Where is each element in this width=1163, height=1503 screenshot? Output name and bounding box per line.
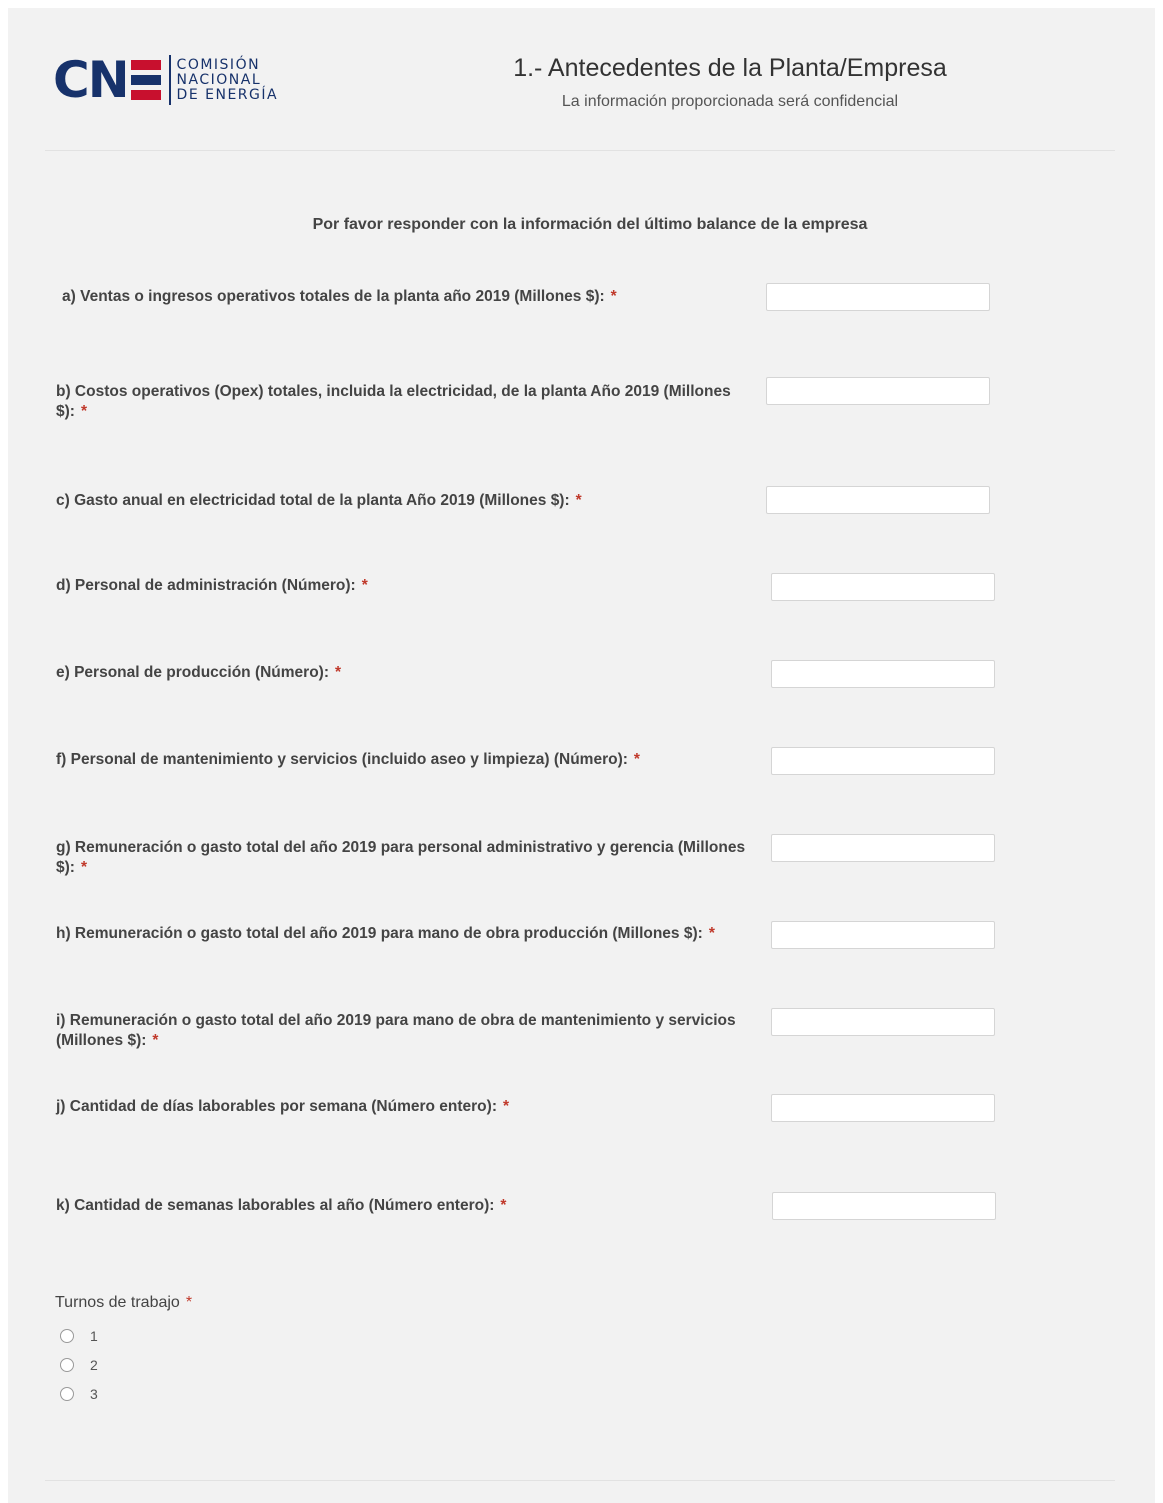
radio-label: 1 bbox=[90, 1328, 98, 1344]
question-f-input[interactable] bbox=[771, 747, 995, 775]
radio-label: 2 bbox=[90, 1357, 98, 1373]
page-subtitle: La información proporcionada será confid… bbox=[561, 93, 899, 110]
required-marker: * bbox=[502, 1098, 510, 1115]
question-h-label: h) Remuneración o gasto total del año 20… bbox=[56, 925, 715, 942]
question-g-label: g) Remuneración o gasto total del año 20… bbox=[56, 839, 746, 876]
question-j-label: j) Cantidad de días laborables por seman… bbox=[56, 1098, 510, 1115]
footer-divider bbox=[45, 1480, 1115, 1481]
question-f-label: f) Personal de mantenimiento y servicios… bbox=[56, 751, 640, 768]
required-marker: * bbox=[152, 1032, 159, 1049]
page-title: 1.- Antecedentes de la Planta/Empresa bbox=[513, 54, 947, 82]
required-marker: * bbox=[185, 1294, 193, 1311]
logo-line-2: NACIONAL bbox=[176, 71, 262, 88]
turnos-label: Turnos de trabajo * bbox=[55, 1294, 193, 1311]
question-h-input[interactable] bbox=[771, 921, 995, 949]
question-e-label: e) Personal de producción (Número): * bbox=[56, 664, 342, 681]
question-c-input[interactable] bbox=[766, 486, 990, 514]
logo-letters: CN bbox=[53, 51, 130, 109]
turnos-option-1[interactable]: 1 bbox=[60, 1328, 98, 1344]
radio-label: 3 bbox=[90, 1386, 98, 1402]
question-d-label: d) Personal de administración (Número): * bbox=[56, 577, 368, 594]
question-c-label: c) Gasto anual en electricidad total de … bbox=[56, 492, 582, 509]
turnos-option-2[interactable]: 2 bbox=[60, 1357, 98, 1373]
required-marker: * bbox=[708, 925, 715, 942]
question-g-input[interactable] bbox=[771, 834, 995, 862]
question-a-input[interactable] bbox=[766, 283, 990, 311]
logo-line-1: COMISIÓN bbox=[176, 56, 261, 73]
question-j-input[interactable] bbox=[771, 1094, 995, 1122]
logo-e-bars bbox=[130, 60, 161, 100]
logo-line-3: DE ENERGÍA bbox=[176, 86, 279, 103]
turnos-option-3[interactable]: 3 bbox=[60, 1386, 98, 1402]
question-k-input[interactable] bbox=[772, 1192, 996, 1220]
required-marker: * bbox=[80, 859, 87, 876]
logo-mark: CN bbox=[53, 52, 169, 108]
required-marker: * bbox=[500, 1197, 507, 1214]
header-divider bbox=[45, 150, 1115, 151]
question-b-label: b) Costos operativos (Opex) totales, inc… bbox=[56, 383, 731, 420]
required-marker: * bbox=[335, 664, 342, 681]
question-i-label: i) Remuneración o gasto total del año 20… bbox=[56, 1012, 736, 1049]
intro-text: Por favor responder con la información d… bbox=[312, 216, 868, 233]
required-marker: * bbox=[361, 577, 368, 594]
radio-button[interactable] bbox=[60, 1329, 74, 1343]
question-d-input[interactable] bbox=[771, 573, 995, 601]
question-b-input[interactable] bbox=[766, 377, 990, 405]
question-e-input[interactable] bbox=[771, 660, 995, 688]
logo-divider bbox=[168, 55, 171, 105]
question-k-label: k) Cantidad de semanas laborables al año… bbox=[56, 1197, 507, 1214]
radio-button[interactable] bbox=[60, 1358, 74, 1372]
required-marker: * bbox=[80, 403, 87, 420]
cne-logo: CN COMISIÓN NACIONAL DE ENERGÍA bbox=[53, 52, 278, 108]
required-marker: * bbox=[610, 288, 617, 305]
radio-button[interactable] bbox=[60, 1387, 74, 1401]
question-a-label: a) Ventas o ingresos operativos totales … bbox=[62, 288, 617, 305]
required-marker: * bbox=[633, 751, 640, 768]
required-marker: * bbox=[575, 492, 582, 509]
question-i-input[interactable] bbox=[771, 1008, 995, 1036]
logo-text: COMISIÓN NACIONAL DE ENERGÍA bbox=[176, 56, 279, 103]
